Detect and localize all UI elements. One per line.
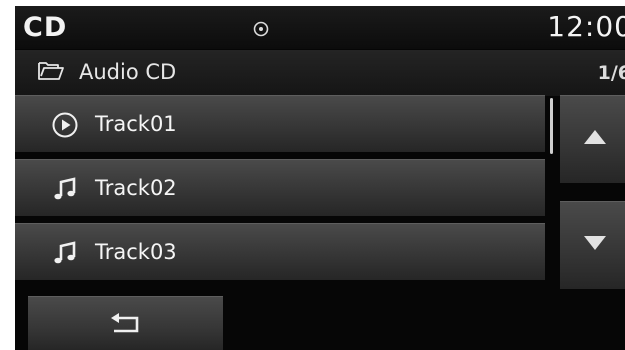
page-indicator: 1/6 — [597, 62, 625, 84]
music-note-icon — [54, 177, 76, 200]
mode-label: CD — [23, 12, 68, 43]
scrollbar[interactable] — [550, 98, 553, 154]
scroll-up-button[interactable] — [560, 95, 625, 183]
up-arrow-icon — [584, 130, 606, 144]
clock: 12:00 — [547, 10, 625, 43]
track-label: Track01 — [95, 112, 177, 136]
track-label: Track02 — [95, 176, 177, 200]
folder-header: Audio CD 1/6 — [15, 50, 625, 96]
folder-icon — [38, 62, 64, 80]
disc-icon — [253, 21, 269, 37]
track-label: Track03 — [95, 240, 177, 264]
music-note-icon — [54, 241, 76, 264]
back-arrow-icon — [111, 313, 139, 333]
track-item-3[interactable]: Track03 — [15, 223, 545, 280]
cd-player-screen: CD 12:00 Audio CD 1/6 Track01 Track02 Tr… — [15, 6, 625, 350]
track-item-1[interactable]: Track01 — [15, 95, 545, 152]
folder-title: Audio CD — [79, 60, 177, 84]
track-item-2[interactable]: Track02 — [15, 159, 545, 216]
scroll-down-button[interactable] — [560, 201, 625, 289]
play-circle-icon — [52, 112, 78, 138]
status-bar: CD 12:00 — [15, 6, 625, 49]
back-button[interactable] — [28, 296, 223, 350]
down-arrow-icon — [584, 236, 606, 250]
